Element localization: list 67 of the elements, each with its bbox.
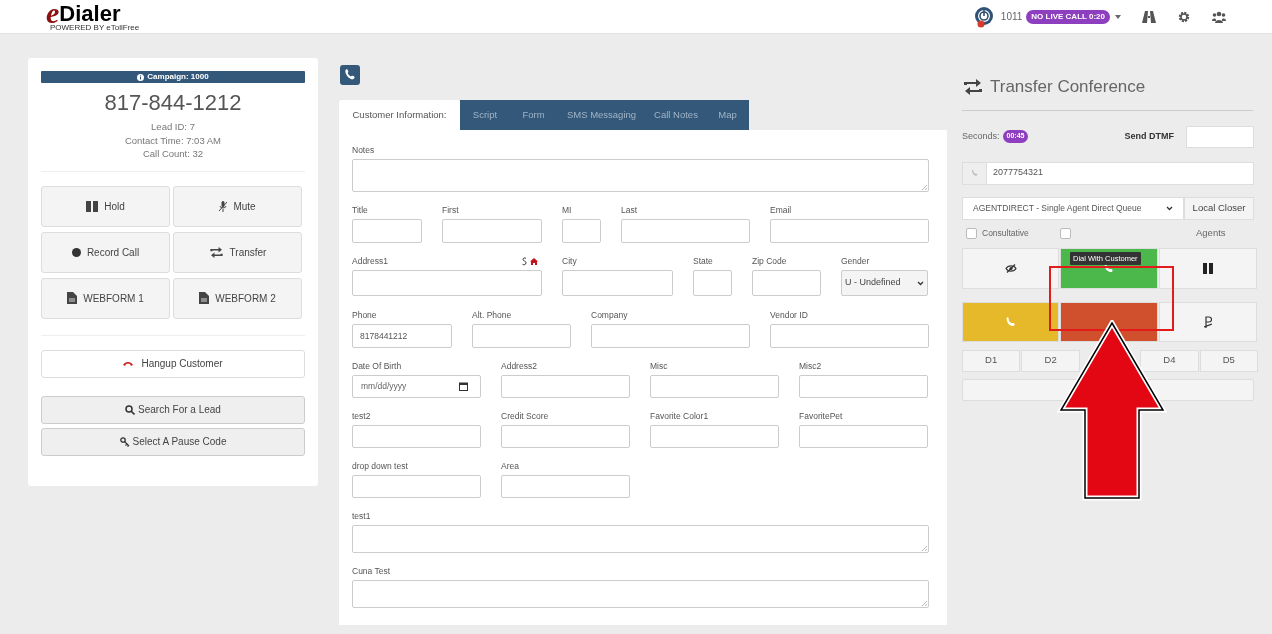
lead-detail: Lead ID: 7 xyxy=(151,120,195,134)
tab[interactable]: Map xyxy=(706,100,749,130)
field-label: Alt. Phone xyxy=(472,309,512,322)
dial-key[interactable]: D1 xyxy=(962,349,1021,372)
field-label: Zip Code xyxy=(752,255,787,268)
tab[interactable]: SMS Messaging xyxy=(557,100,646,130)
field-label: Area xyxy=(501,460,519,473)
lead-detail: Call Count: 32 xyxy=(142,147,204,161)
field-label: Address2 xyxy=(501,360,537,373)
agent-id: 1011 xyxy=(1000,10,1023,24)
field-label: Address1 xyxy=(352,255,388,268)
hangup-button[interactable]: Hangup Customer xyxy=(41,349,305,378)
logo-letter: e xyxy=(46,1,60,25)
tab[interactable]: Script xyxy=(460,100,510,130)
hold-button[interactable]: Hold xyxy=(41,185,170,227)
field-label: Credit Score xyxy=(501,410,549,423)
webform-button[interactable]: WEBFORM 2 xyxy=(173,277,302,319)
search-lead-button[interactable]: Search For a Lead xyxy=(41,395,305,424)
field-label: Vendor ID xyxy=(770,309,808,322)
dial-key[interactable]: D5 xyxy=(1199,349,1258,372)
field-label: drop down test xyxy=(352,460,408,473)
field-label: FavoritePet xyxy=(799,410,843,423)
field-label: Notes xyxy=(352,144,375,157)
dial-key[interactable]: D4 xyxy=(1140,349,1199,372)
local-closer-button[interactable]: Local Closer xyxy=(1184,196,1254,220)
logo-tagline: POWERED BY eTollFree xyxy=(50,24,140,32)
field-label: Company xyxy=(591,309,628,322)
queue-select[interactable]: AGENTDIRECT - Single Agent Direct Queue xyxy=(962,196,1184,220)
lead-phone-number: 817-844-1212 xyxy=(103,90,243,116)
agents-label: Agents xyxy=(1196,226,1226,241)
dial-key[interactable]: D2 xyxy=(1021,349,1080,372)
field-label: City xyxy=(562,255,577,268)
input-field[interactable]: 8178441212 xyxy=(352,324,452,348)
webform-button[interactable]: WEBFORM 1 xyxy=(41,277,170,319)
seconds-label: Seconds: xyxy=(962,129,1000,143)
campaign-bar: Campaign: 1000 xyxy=(41,71,305,83)
field-label: Gender xyxy=(841,255,870,268)
date-field[interactable]: mm/dd/yyyy xyxy=(352,375,481,398)
field-label: test1 xyxy=(352,510,371,523)
field-label: test2 xyxy=(352,410,371,423)
tab[interactable]: Call Notes xyxy=(646,100,706,130)
field-label: MI xyxy=(562,204,572,217)
tab[interactable]: Customer Information: xyxy=(339,100,460,130)
field-label: Favorite Color1 xyxy=(650,410,709,423)
field-label: First xyxy=(442,204,459,217)
field-label: Phone xyxy=(352,309,377,322)
field-label: State xyxy=(693,255,713,268)
pause-code-button[interactable]: Select A Pause Code xyxy=(41,427,305,456)
field-label: Cuna Test xyxy=(352,565,391,578)
tab[interactable]: Form xyxy=(510,100,557,130)
gender-select[interactable]: U - Undefined xyxy=(841,270,928,296)
field-label: Misc xyxy=(650,360,668,373)
field-label: Title xyxy=(352,204,368,217)
field-label: Date Of Birth xyxy=(352,360,402,373)
mute-button[interactable]: Mute xyxy=(173,185,302,227)
dtmf-label: Send DTMF xyxy=(1124,129,1174,143)
checkbox-label: Consultative xyxy=(982,227,1029,240)
field-label: Last xyxy=(621,204,638,217)
logo-word: Dialer xyxy=(59,3,121,25)
lead-detail: Contact Time: 7:03 AM xyxy=(124,133,222,147)
field-label: Misc2 xyxy=(799,360,822,373)
call-status-badge[interactable]: NO LIVE CALL 0:20 xyxy=(1026,9,1110,24)
field-label: Email xyxy=(770,204,792,217)
transfer-button[interactable]: Transfer xyxy=(173,231,302,273)
record-call-button[interactable]: Record Call xyxy=(41,231,170,273)
panel-title: Transfer Conference xyxy=(990,76,1146,98)
number-field[interactable]: 2077754321 xyxy=(962,161,1254,185)
